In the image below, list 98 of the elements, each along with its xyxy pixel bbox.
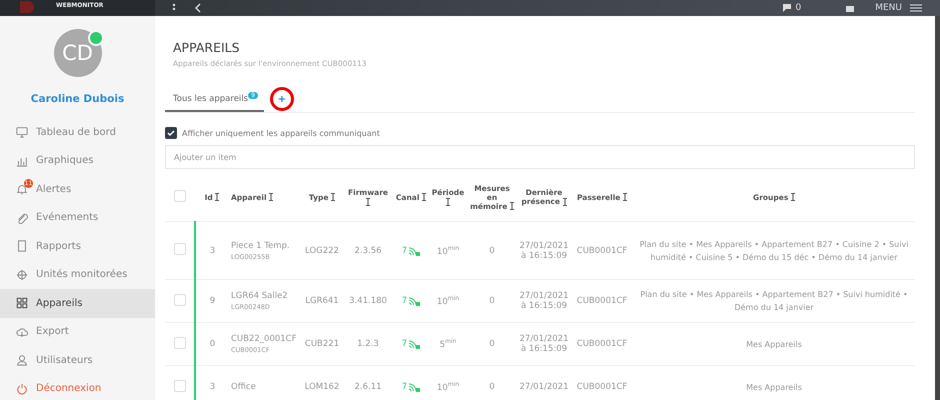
menu-label[interactable]: MENU (875, 3, 902, 13)
cloud-icon (16, 326, 28, 338)
sidebar-item[interactable]: Graphiques (0, 146, 155, 175)
table-cell: 10$^{min}$ (429, 280, 467, 322)
search-field[interactable]: Ajouter un item (165, 145, 915, 169)
page-title: APPAREILS (173, 40, 241, 55)
message-count: 0 (795, 3, 802, 13)
channel-number: 7 (402, 382, 408, 392)
time-text: à 16:15:09 (520, 250, 568, 260)
menu-icon[interactable] (910, 3, 922, 13)
chat-icon[interactable] (782, 3, 792, 13)
chart-icon (16, 154, 28, 167)
device-name: Office (231, 382, 256, 392)
filter-label: Afficher uniquement les appareils communiquant (182, 128, 380, 138)
sidebar-item[interactable]: Appareils (0, 289, 155, 318)
sort-icon[interactable] (790, 193, 795, 202)
grid-icon (16, 297, 28, 310)
target-icon (16, 268, 28, 281)
time-text: à 16:15:09 (520, 301, 568, 311)
table-cell: 2.3.56 (343, 222, 393, 280)
table-cell: LOG222 (301, 222, 343, 280)
clip-icon (16, 212, 28, 224)
signal-lock-icon (408, 246, 420, 256)
logo-icon (18, 1, 36, 15)
date-text: 27/01/2021 (520, 334, 568, 344)
add-tab-button[interactable]: + (270, 87, 294, 111)
table-cell: Mes Appareils (633, 366, 915, 400)
table-cell: CUB0001CF (571, 366, 633, 400)
sidebar-item[interactable]: Evénements (0, 204, 155, 232)
table-cell: LGR641 (301, 280, 343, 322)
back-icon[interactable] (193, 3, 203, 13)
date-text: 27/01/2021 (520, 240, 568, 250)
table-cell: 0 (467, 366, 517, 400)
table-cell: 3 (195, 222, 229, 280)
sidebar-item[interactable]: Tableau de bord (0, 118, 155, 146)
user-icon (16, 354, 28, 366)
row-checkbox[interactable] (174, 243, 186, 255)
signal-lock-icon (408, 296, 420, 306)
sidebar-item[interactable]: Rapports (0, 232, 155, 260)
sidebar-item[interactable]: Déconnexion (0, 374, 155, 400)
device-name: Piece 1 Temp. (231, 240, 290, 250)
table-cell: 3 (195, 366, 229, 400)
row-checkbox[interactable] (174, 336, 186, 348)
table-cell: 5$^{min}$ (429, 322, 467, 366)
scrollbar[interactable] (935, 16, 940, 400)
table-cell: Mes Appareils (633, 322, 915, 366)
channel-number: 7 (402, 339, 408, 349)
table-cell: 1.2.3 (343, 322, 393, 366)
count-badge: 9 (248, 92, 258, 99)
signal-lock-icon (408, 382, 420, 392)
row-checkbox[interactable] (174, 380, 186, 392)
date-text: 27/01/2021 (520, 291, 568, 301)
table-cell: 0 (195, 322, 229, 366)
table-cell: CUB0001CF (571, 280, 633, 322)
table-cell: 9 (195, 280, 229, 322)
date-text: 27/01/2021 (520, 382, 568, 392)
row-checkbox[interactable] (174, 294, 186, 306)
table-cell: 0 (467, 222, 517, 280)
bell-icon (16, 183, 28, 196)
device-name: LGR64 Salle2 (231, 291, 288, 301)
filter-checkbox[interactable] (165, 127, 177, 139)
time-text: à 16:15:09 (520, 344, 568, 354)
table-cell: 2.6.11 (343, 366, 393, 400)
table-cell: CUB221 (301, 322, 343, 366)
device-name: CUB22_0001CF (231, 334, 297, 344)
signal-lock-icon (408, 339, 420, 349)
sidebar-item[interactable]: Utilisateurs (0, 346, 155, 374)
table-cell: 0 (467, 280, 517, 322)
table-cell: LOM162 (301, 366, 343, 400)
sort-icon[interactable] (510, 202, 514, 210)
sort-icon[interactable] (331, 193, 336, 202)
sidebar-item[interactable]: Unités monitorées (0, 260, 155, 289)
tab[interactable]: Tous les appareils $^{9}$ (165, 94, 264, 112)
monitor-icon (16, 126, 28, 138)
channel-number: 7 (402, 246, 408, 256)
sort-icon[interactable] (269, 193, 274, 202)
sidebar-item[interactable]: Export (0, 318, 155, 346)
sort-icon[interactable] (446, 198, 450, 206)
sort-icon[interactable] (623, 193, 627, 202)
table-cell: 10$^{min}$ (429, 222, 467, 280)
select-all-checkbox[interactable] (174, 190, 186, 202)
avatar: CD (54, 29, 102, 77)
sort-icon[interactable] (562, 198, 567, 206)
table-cell: CUB0001CF (571, 222, 633, 280)
table-cell: 0 (467, 322, 517, 366)
table-cell: Plan du site • Mes Appareils • Appartement B27 • Cuisine 2 • Suivi humidité • Cuisine 5 • Démo du 15 déc • Démo du 14 janvier (633, 222, 915, 280)
power-icon (16, 382, 28, 395)
check-icon (167, 129, 175, 137)
table-cell: CUB0001CF (571, 322, 633, 366)
sort-icon[interactable] (366, 198, 370, 206)
user-name[interactable]: Caroline Dubois (30, 93, 124, 105)
doc-icon (16, 240, 28, 252)
sort-icon[interactable] (422, 193, 426, 202)
table-cell: 3.41.180 (343, 280, 393, 322)
table-cell: Plan du site • Mes Appareils • Appartement B27 • Suivi humidité • Démo du 14 janvier (633, 280, 915, 322)
channel-number: 7 (402, 296, 408, 306)
table-cell: 10$^{min}$ (429, 366, 467, 400)
sort-icon[interactable] (215, 193, 220, 202)
